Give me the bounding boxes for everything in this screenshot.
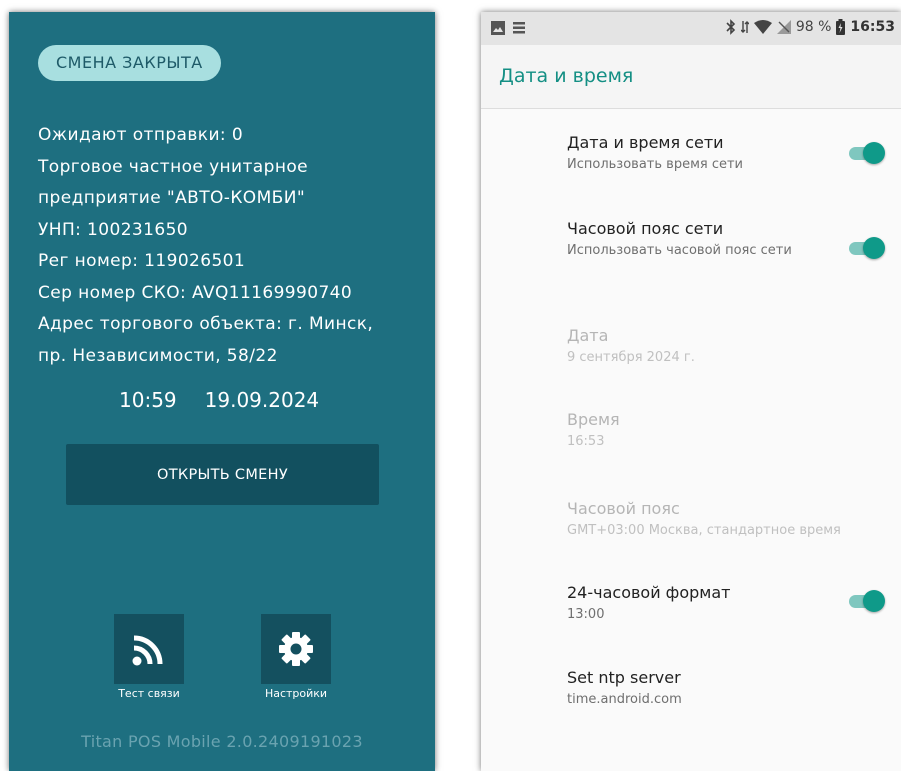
pending-count: Ожидают отправки: 0 — [38, 125, 244, 145]
setting-date: Дата 9 сентября 2024 г. — [567, 326, 887, 366]
reg-number: Рег номер: 119026501 — [38, 251, 246, 271]
app-bar: Дата и время — [481, 45, 901, 109]
setting-summary: 9 сентября 2024 г. — [567, 350, 695, 365]
battery-percent: 98 % — [795, 19, 832, 35]
wifi-signal-icon — [132, 635, 163, 666]
company-name-line2: предприятие "АВТО-КОМБИ" — [38, 188, 306, 208]
status-time: 16:53 — [850, 19, 895, 35]
setting-summary: time.android.com — [567, 692, 682, 707]
setting-network-timezone[interactable]: Часовой пояс сети Использовать часовой п… — [567, 219, 817, 259]
pos-app-screen: СМЕНА ЗАКРЫТА Ожидают отправки: 0 Торгов… — [9, 12, 435, 771]
cellular-signal-icon — [776, 20, 791, 34]
status-bar: 98 % 16:53 — [481, 12, 901, 45]
open-shift-button[interactable]: ОТКРЫТЬ СМЕНУ — [66, 444, 379, 505]
setting-ntp-server[interactable]: Set ntp server time.android.com — [567, 668, 887, 708]
24h-format-toggle[interactable] — [849, 590, 885, 612]
notes-notification-icon — [513, 22, 525, 34]
address-line1: Адрес торгового объекта: г. Минск, — [38, 314, 374, 334]
company-name-line1: Торговое частное унитарное — [38, 156, 308, 177]
clock: 10:59 19.09.2024 — [119, 388, 319, 412]
image-notification-icon — [491, 21, 505, 35]
setting-title: Время — [567, 410, 620, 429]
unp: УНП: 100231650 — [38, 219, 189, 240]
setting-title: Часовой пояс — [567, 499, 680, 518]
device-info: Ожидают отправки: 0 Торговое частное уни… — [38, 120, 418, 372]
setting-network-datetime[interactable]: Дата и время сети Использовать время сет… — [567, 133, 887, 173]
clock-date: 19.09.2024 — [204, 388, 320, 412]
data-transfer-icon — [740, 21, 749, 33]
connection-test-label: Тест связи — [118, 687, 180, 700]
setting-summary: 13:00 — [567, 607, 605, 622]
bluetooth-icon — [726, 19, 735, 35]
network-datetime-toggle[interactable] — [849, 142, 885, 164]
setting-title: Дата — [567, 326, 609, 345]
setting-summary: Использовать часовой пояс сети — [567, 243, 792, 258]
setting-24h-format[interactable]: 24-часовой формат 13:00 — [567, 583, 887, 623]
clock-time: 10:59 — [119, 388, 177, 412]
network-timezone-toggle[interactable] — [849, 237, 885, 259]
android-settings-screen: 98 % 16:53 Дата и время Дата и время сет… — [481, 12, 901, 771]
address-line2: пр. Независимости, 58/22 — [38, 345, 278, 366]
setting-title: Часовой пояс сети — [567, 219, 724, 238]
setting-summary: GMT+03:00 Москва, стандартное время — [567, 523, 841, 538]
setting-title: Дата и время сети — [567, 133, 724, 152]
serial-number: Сер номер СКО: AVQ11169990740 — [38, 282, 353, 303]
settings-label: Настройки — [264, 687, 328, 700]
setting-timezone: Часовой пояс GMT+03:00 Москва, стандартн… — [567, 499, 887, 539]
connection-test-button[interactable] — [114, 614, 184, 684]
settings-button[interactable] — [261, 614, 331, 684]
page-title: Дата и время — [499, 65, 634, 87]
setting-summary: Использовать время сети — [567, 157, 743, 172]
setting-title: 24-часовой формат — [567, 583, 731, 602]
setting-summary: 16:53 — [567, 434, 605, 449]
wifi-icon — [753, 20, 772, 34]
setting-title: Set ntp server — [567, 668, 681, 687]
app-version: Titan POS Mobile 2.0.2409191023 — [81, 732, 363, 751]
gear-icon — [279, 632, 313, 666]
shift-status-badge: СМЕНА ЗАКРЫТА — [38, 45, 221, 81]
setting-time: Время 16:53 — [567, 410, 887, 450]
battery-icon — [836, 19, 846, 35]
